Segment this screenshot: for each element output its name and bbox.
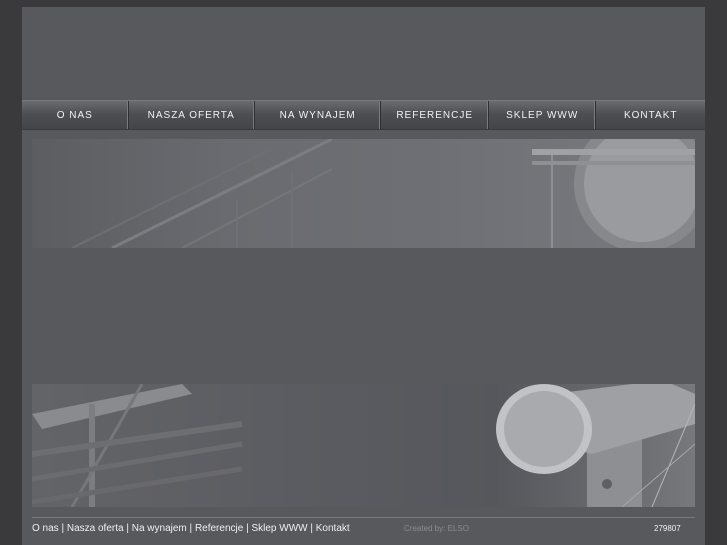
footer-link-nasza-oferta[interactable]: Nasza oferta <box>67 523 124 534</box>
footer-links: O nas | Nasza oferta | Na wynajem | Refe… <box>32 523 350 534</box>
main-nav: O NAS NASZA OFERTA NA WYNAJEM REFERENCJE… <box>22 100 705 130</box>
footer-link-o-nas[interactable]: O nas <box>32 523 59 534</box>
nav-item-na-wynajem[interactable]: NA WYNAJEM <box>255 101 382 129</box>
page-container: O NAS NASZA OFERTA NA WYNAJEM REFERENCJE… <box>22 7 705 545</box>
nav-item-o-nas[interactable]: O NAS <box>22 101 129 129</box>
footer-separator: | <box>310 523 313 534</box>
nav-item-kontakt[interactable]: KONTAKT <box>596 101 705 129</box>
nav-item-referencje[interactable]: REFERENCJE <box>381 101 489 129</box>
footer-link-sklep-www[interactable]: Sklep WWW <box>251 523 307 534</box>
hero-image-railing <box>32 139 695 248</box>
content-area <box>32 248 695 384</box>
footer-separator: | <box>246 523 249 534</box>
footer-separator: | <box>189 523 193 534</box>
hero-image-handrail <box>32 384 695 507</box>
footer-link-na-wynajem[interactable]: Na wynajem <box>132 523 187 534</box>
footer: O nas | Nasza oferta | Na wynajem | Refe… <box>32 521 695 537</box>
nav-item-nasza-oferta[interactable]: NASZA OFERTA <box>129 101 255 129</box>
footer-link-kontakt[interactable]: Kontakt <box>316 523 350 534</box>
footer-separator: | <box>126 523 129 534</box>
footer-link-referencje[interactable]: Referencje <box>195 523 243 534</box>
header-banner <box>22 7 705 100</box>
footer-divider <box>32 517 695 518</box>
visit-counter: 279807 <box>654 524 681 533</box>
nav-item-sklep-www[interactable]: SKLEP WWW <box>489 101 597 129</box>
footer-separator: | <box>61 523 65 534</box>
created-by-credit[interactable]: Created by: ELSO <box>404 524 469 533</box>
